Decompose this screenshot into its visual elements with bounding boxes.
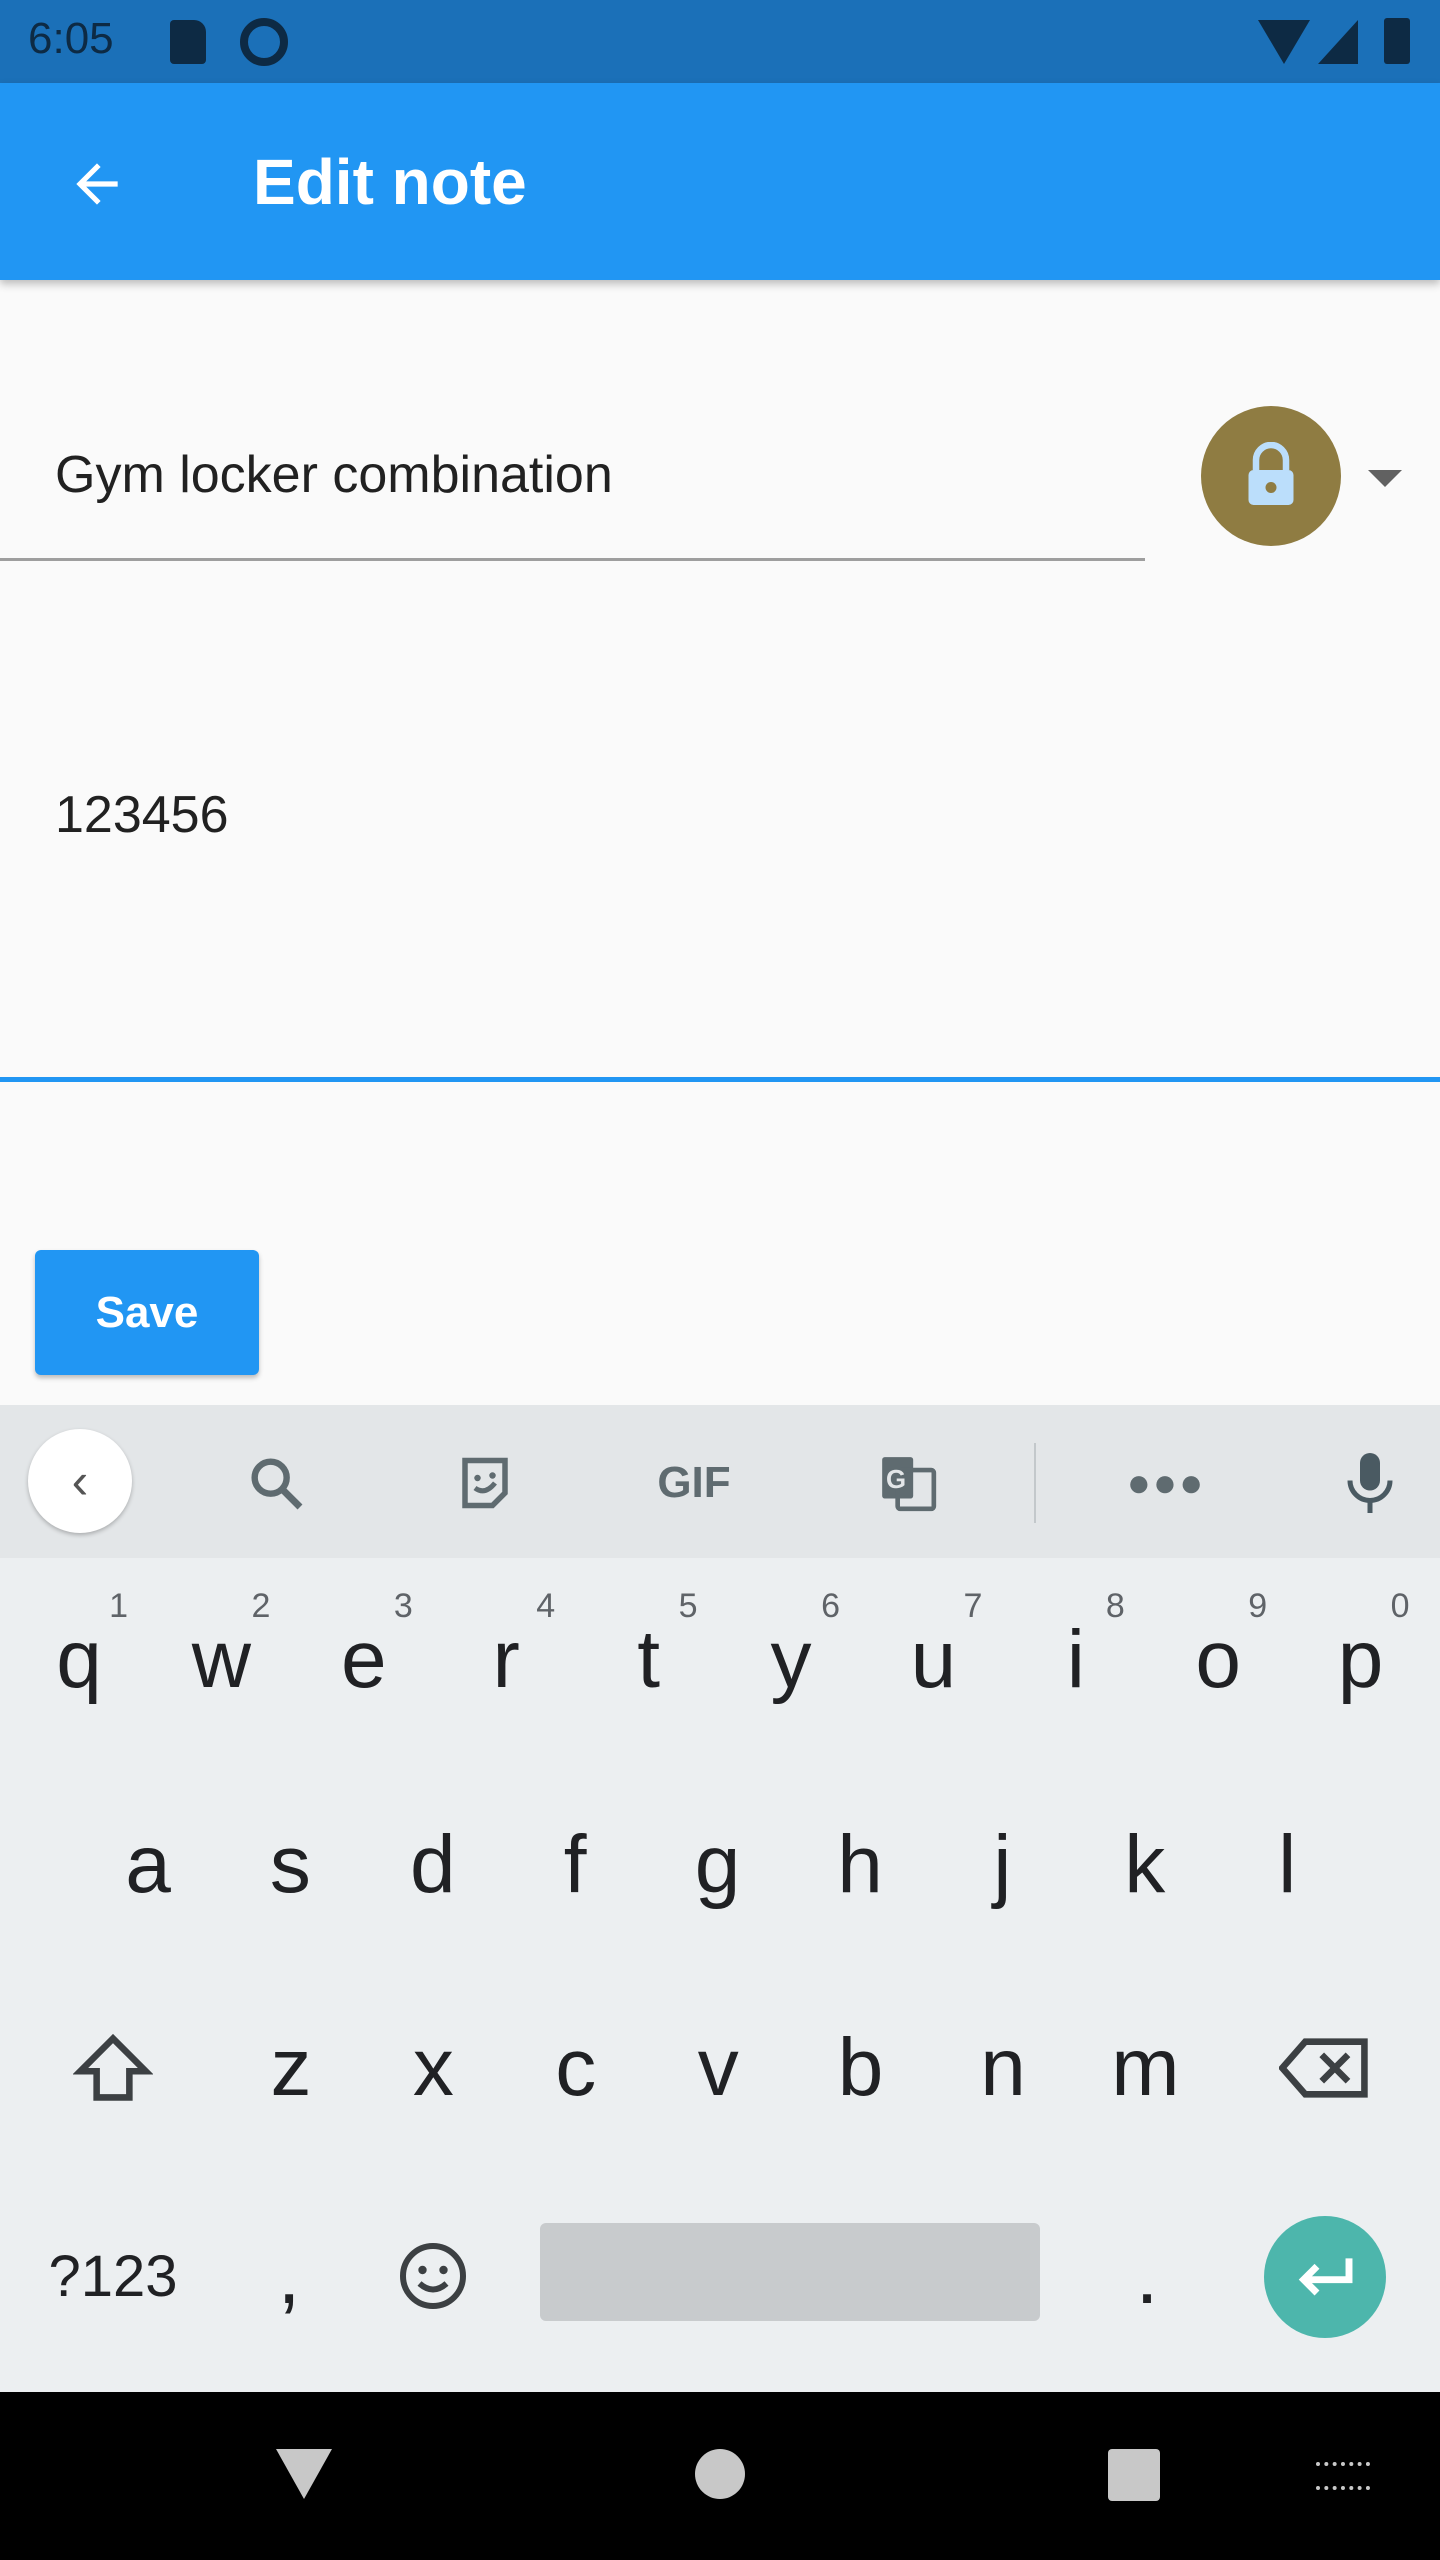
title-input-underline (0, 558, 1145, 561)
space-key[interactable] (540, 2223, 1040, 2321)
lock-color-button[interactable] (1201, 406, 1341, 546)
key-p[interactable]: p0 (1290, 1565, 1432, 1755)
lock-icon (1248, 442, 1294, 505)
key-s[interactable]: s (219, 1770, 361, 1960)
translate-icon[interactable]: G (858, 1433, 958, 1533)
comma-key[interactable]: , (218, 2181, 360, 2371)
key-k[interactable]: k (1074, 1770, 1216, 1960)
signal-icon (1318, 20, 1358, 64)
note-body-input[interactable]: 123456 (55, 785, 229, 845)
key-label: r (492, 1614, 520, 1705)
key-hint: 7 (963, 1587, 983, 1625)
key-t[interactable]: t5 (578, 1565, 720, 1755)
gif-button[interactable]: GIF (644, 1433, 744, 1533)
page-title: Edit note (253, 146, 527, 218)
key-hint: 5 (678, 1587, 698, 1625)
key-hint: 2 (251, 1587, 271, 1625)
key-i[interactable]: i8 (1005, 1565, 1147, 1755)
app-bar: Edit note (0, 83, 1440, 280)
recents-nav-button[interactable] (1108, 2449, 1160, 2501)
key-q[interactable]: q1 (8, 1565, 150, 1755)
key-label: w (191, 1614, 251, 1705)
enter-key[interactable] (1264, 2216, 1386, 2338)
key-x[interactable]: x (362, 1973, 504, 2163)
symbols-key[interactable]: ?123 (42, 2181, 184, 2371)
arrow-back-icon[interactable] (66, 153, 128, 215)
key-j[interactable]: j (931, 1770, 1073, 1960)
key-r[interactable]: r4 (435, 1565, 577, 1755)
key-a[interactable]: a (77, 1770, 219, 1960)
key-hint: 1 (109, 1587, 128, 1625)
vpn-q-icon (240, 18, 288, 66)
status-time: 6:05 (28, 14, 114, 63)
key-l[interactable]: l (1216, 1770, 1358, 1960)
navigation-bar (0, 2392, 1440, 2560)
key-hint: 8 (1105, 1587, 1125, 1625)
search-icon[interactable] (226, 1433, 326, 1533)
chevron-left-icon: ‹ (71, 1453, 89, 1509)
keyboard: ‹ GIF G ●●● q1w2e3r4t5y6u7i8o9p0 asdfghj… (0, 1405, 1440, 2392)
key-y[interactable]: y6 (720, 1565, 862, 1755)
key-label: u (910, 1614, 957, 1705)
key-hint: 4 (536, 1587, 556, 1625)
dropdown-arrow-icon[interactable] (1368, 470, 1402, 487)
enter-icon (1298, 2258, 1353, 2296)
collapse-button[interactable]: ‹ (28, 1429, 132, 1533)
period-key[interactable]: . (1076, 2181, 1218, 2371)
key-label: t (637, 1614, 660, 1705)
status-bar: 6:05 (0, 0, 1440, 83)
note-body-underline (0, 1077, 1440, 1082)
battery-icon (1384, 18, 1410, 64)
key-h[interactable]: h (789, 1770, 931, 1960)
mic-icon[interactable] (1320, 1433, 1420, 1533)
key-b[interactable]: b (790, 1973, 932, 2163)
home-nav-button[interactable] (695, 2449, 745, 2499)
toolbar-divider (1034, 1443, 1036, 1523)
key-hint: 3 (393, 1587, 413, 1625)
emoji-key[interactable] (362, 2181, 504, 2371)
sticker-icon[interactable] (435, 1433, 535, 1533)
key-e[interactable]: e3 (293, 1565, 435, 1755)
title-input[interactable]: Gym locker combination (55, 445, 613, 505)
back-nav-button[interactable] (276, 2449, 332, 2499)
key-label: i (1066, 1614, 1085, 1705)
shift-key[interactable] (42, 1973, 184, 2163)
key-label: q (56, 1614, 102, 1705)
key-v[interactable]: v (647, 1973, 789, 2163)
key-u[interactable]: u7 (862, 1565, 1004, 1755)
backspace-key[interactable] (1254, 1973, 1396, 2163)
key-label: e (340, 1614, 387, 1705)
keyboard-toolbar: ‹ GIF G ●●● (0, 1405, 1440, 1558)
key-n[interactable]: n (932, 1973, 1074, 2163)
wifi-icon (1258, 20, 1310, 64)
more-icon[interactable]: ●●● (1116, 1433, 1216, 1533)
keyboard-switch-icon[interactable] (1316, 2462, 1370, 2490)
key-w[interactable]: w2 (150, 1565, 292, 1755)
key-hint: 6 (821, 1587, 840, 1625)
svg-text:G: G (886, 1466, 906, 1494)
key-label: p (1337, 1614, 1384, 1705)
key-label: y (770, 1614, 812, 1705)
key-d[interactable]: d (362, 1770, 504, 1960)
key-hint: 0 (1390, 1587, 1410, 1625)
key-hint: 9 (1248, 1587, 1268, 1625)
key-z[interactable]: z (220, 1973, 362, 2163)
key-o[interactable]: o9 (1147, 1565, 1289, 1755)
key-label: o (1195, 1614, 1241, 1705)
key-m[interactable]: m (1074, 1973, 1216, 2163)
key-c[interactable]: c (505, 1973, 647, 2163)
save-button[interactable]: Save (35, 1250, 259, 1375)
sd-card-icon (170, 20, 206, 64)
key-f[interactable]: f (504, 1770, 646, 1960)
key-g[interactable]: g (647, 1770, 789, 1960)
